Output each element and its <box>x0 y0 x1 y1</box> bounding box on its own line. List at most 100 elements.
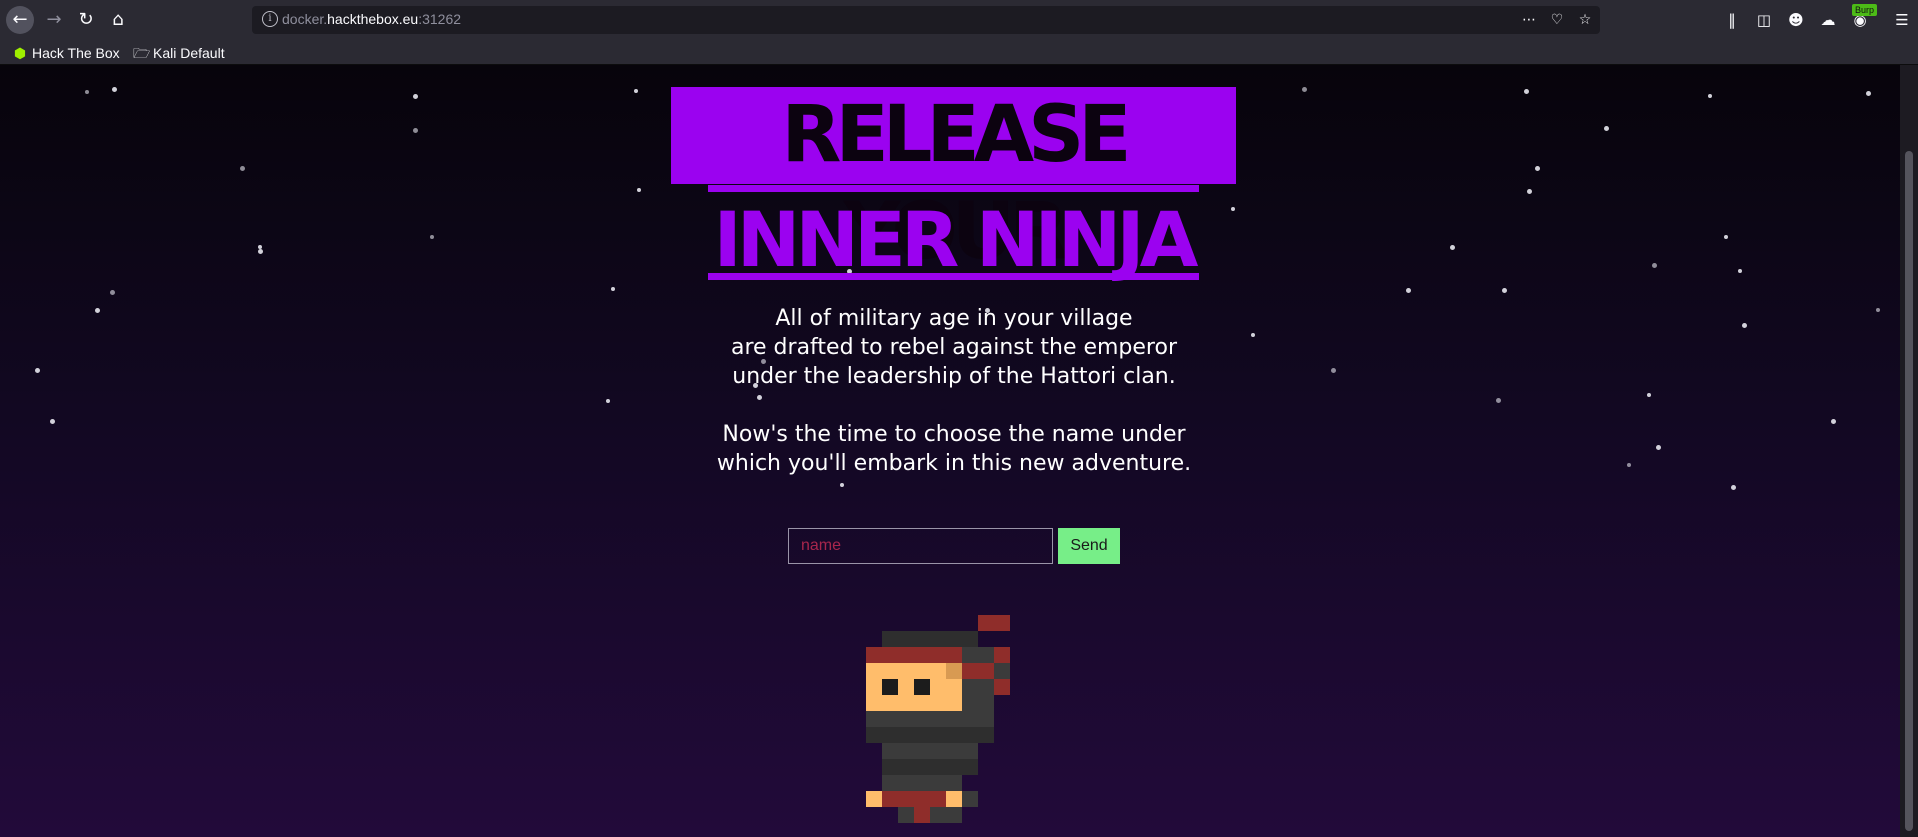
name-input[interactable] <box>788 528 1053 564</box>
ninja-pixel <box>898 807 914 823</box>
ninja-pixel <box>866 711 994 727</box>
star <box>430 235 434 239</box>
bookmark-kali-default[interactable]: 🗁 Kali Default <box>133 43 225 63</box>
browser-toolbar: ← → ↻ ⌂ i docker.hackthebox.eu:31262 ⋯ ♡… <box>0 0 1918 40</box>
ninja-pixel <box>866 679 882 695</box>
ninja-pixel <box>882 775 962 791</box>
star <box>1742 323 1747 328</box>
url-port: :31262 <box>418 11 462 27</box>
star <box>1656 445 1661 450</box>
star <box>1406 288 1411 293</box>
page-content: RELEASE YOUR INNER NINJA All of military… <box>0 65 1900 837</box>
url-text[interactable]: docker.hackthebox.eu:31262 <box>282 11 461 27</box>
site-info-icon[interactable]: i <box>262 11 278 27</box>
star <box>258 249 263 254</box>
back-arrow-icon[interactable]: ← <box>6 6 34 34</box>
star <box>1604 126 1609 131</box>
star <box>413 94 418 99</box>
star <box>1724 235 1728 239</box>
burp-badge: Burp <box>1852 4 1878 16</box>
bookmark-star-icon[interactable]: ☆ <box>1574 9 1596 31</box>
intro-line: All of military age in your village <box>775 306 1133 331</box>
ninja-pixel <box>994 663 1010 679</box>
star <box>110 290 115 295</box>
star <box>413 128 418 133</box>
library-icon[interactable]: ‖ <box>1720 8 1744 32</box>
ninja-pixel <box>866 647 962 663</box>
ninja-pixel <box>882 791 946 807</box>
ninja-pixel <box>882 631 978 647</box>
star <box>611 287 615 291</box>
sidebar-icon[interactable]: ◫ <box>1752 8 1776 32</box>
star <box>840 483 844 487</box>
star <box>1876 308 1880 312</box>
ninja-pixel <box>882 759 978 775</box>
folder-icon: 🗁 <box>133 45 151 61</box>
forward-arrow-icon[interactable]: → <box>40 6 68 34</box>
star <box>1524 89 1529 94</box>
bookmark-hack-the-box[interactable]: ⬢ Hack The Box <box>12 43 120 63</box>
star <box>240 166 245 171</box>
instruction-line: which you'll embark in this new adventur… <box>716 451 1192 476</box>
ninja-pixel <box>930 807 962 823</box>
page-scrollbar[interactable] <box>1900 65 1918 837</box>
scrollbar-thumb[interactable] <box>1905 151 1913 831</box>
browser-window: ← → ↻ ⌂ i docker.hackthebox.eu:31262 ⋯ ♡… <box>0 0 1918 837</box>
star <box>258 245 262 249</box>
star <box>1866 91 1871 96</box>
star <box>1331 368 1336 373</box>
ninja-pixel <box>962 679 994 695</box>
send-button[interactable]: Send <box>1058 528 1120 564</box>
star <box>637 188 641 192</box>
ninja-pixel <box>866 791 882 807</box>
url-host: hackthebox.eu <box>327 11 419 27</box>
pocket-icon[interactable]: ♡ <box>1546 9 1568 31</box>
star <box>50 419 55 424</box>
star <box>1627 463 1631 467</box>
star <box>1535 166 1540 171</box>
ninja-pixel <box>898 679 914 695</box>
star <box>1831 419 1836 424</box>
star <box>634 89 638 93</box>
bookmarks-toolbar: ⬢ Hack The Box 🗁 Kali Default <box>0 40 1918 65</box>
star <box>1502 288 1507 293</box>
ninja-pixel <box>914 807 930 823</box>
menu-icon[interactable]: ☰ <box>1890 8 1914 32</box>
star <box>1647 393 1651 397</box>
page-actions-icon[interactable]: ⋯ <box>1518 9 1540 31</box>
ninja-pixel <box>882 743 978 759</box>
home-icon[interactable]: ⌂ <box>104 6 132 34</box>
star <box>1527 189 1532 194</box>
star <box>1738 269 1742 273</box>
star <box>112 87 117 92</box>
htb-cube-icon: ⬢ <box>13 45 27 61</box>
ninja-pixel <box>978 615 1010 631</box>
star <box>1652 263 1657 268</box>
ninja-pixel <box>994 679 1010 695</box>
address-bar[interactable]: i docker.hackthebox.eu:31262 ⋯ ♡ ☆ <box>252 6 1600 34</box>
bookmark-label: Hack The Box <box>32 45 120 61</box>
ninja-pixel <box>962 791 978 807</box>
star <box>95 308 100 313</box>
url-prefix: docker. <box>282 11 328 27</box>
instruction-paragraph: Now's the time to choose the name under … <box>654 420 1254 478</box>
ninja-pixel <box>962 695 994 711</box>
bookmark-label: Kali Default <box>153 45 225 61</box>
star <box>35 368 40 373</box>
extension-icon[interactable]: ☁ <box>1816 8 1840 32</box>
reload-icon[interactable]: ↻ <box>72 6 100 34</box>
star <box>1496 398 1501 403</box>
ninja-pixel <box>882 679 898 695</box>
ninja-pixel <box>962 663 994 679</box>
ninja-pixel <box>946 791 962 807</box>
star <box>606 399 610 403</box>
star <box>85 90 89 94</box>
instruction-line: Now's the time to choose the name under <box>722 422 1186 447</box>
star <box>1708 94 1712 98</box>
intro-line: under the leadership of the Hattori clan… <box>732 364 1176 389</box>
ninja-pixel <box>866 727 994 743</box>
ninja-pixel <box>866 663 946 679</box>
intro-paragraph: All of military age in your village are … <box>654 304 1254 391</box>
ninja-pixel <box>930 679 962 695</box>
account-icon[interactable]: ☻ <box>1784 8 1808 32</box>
